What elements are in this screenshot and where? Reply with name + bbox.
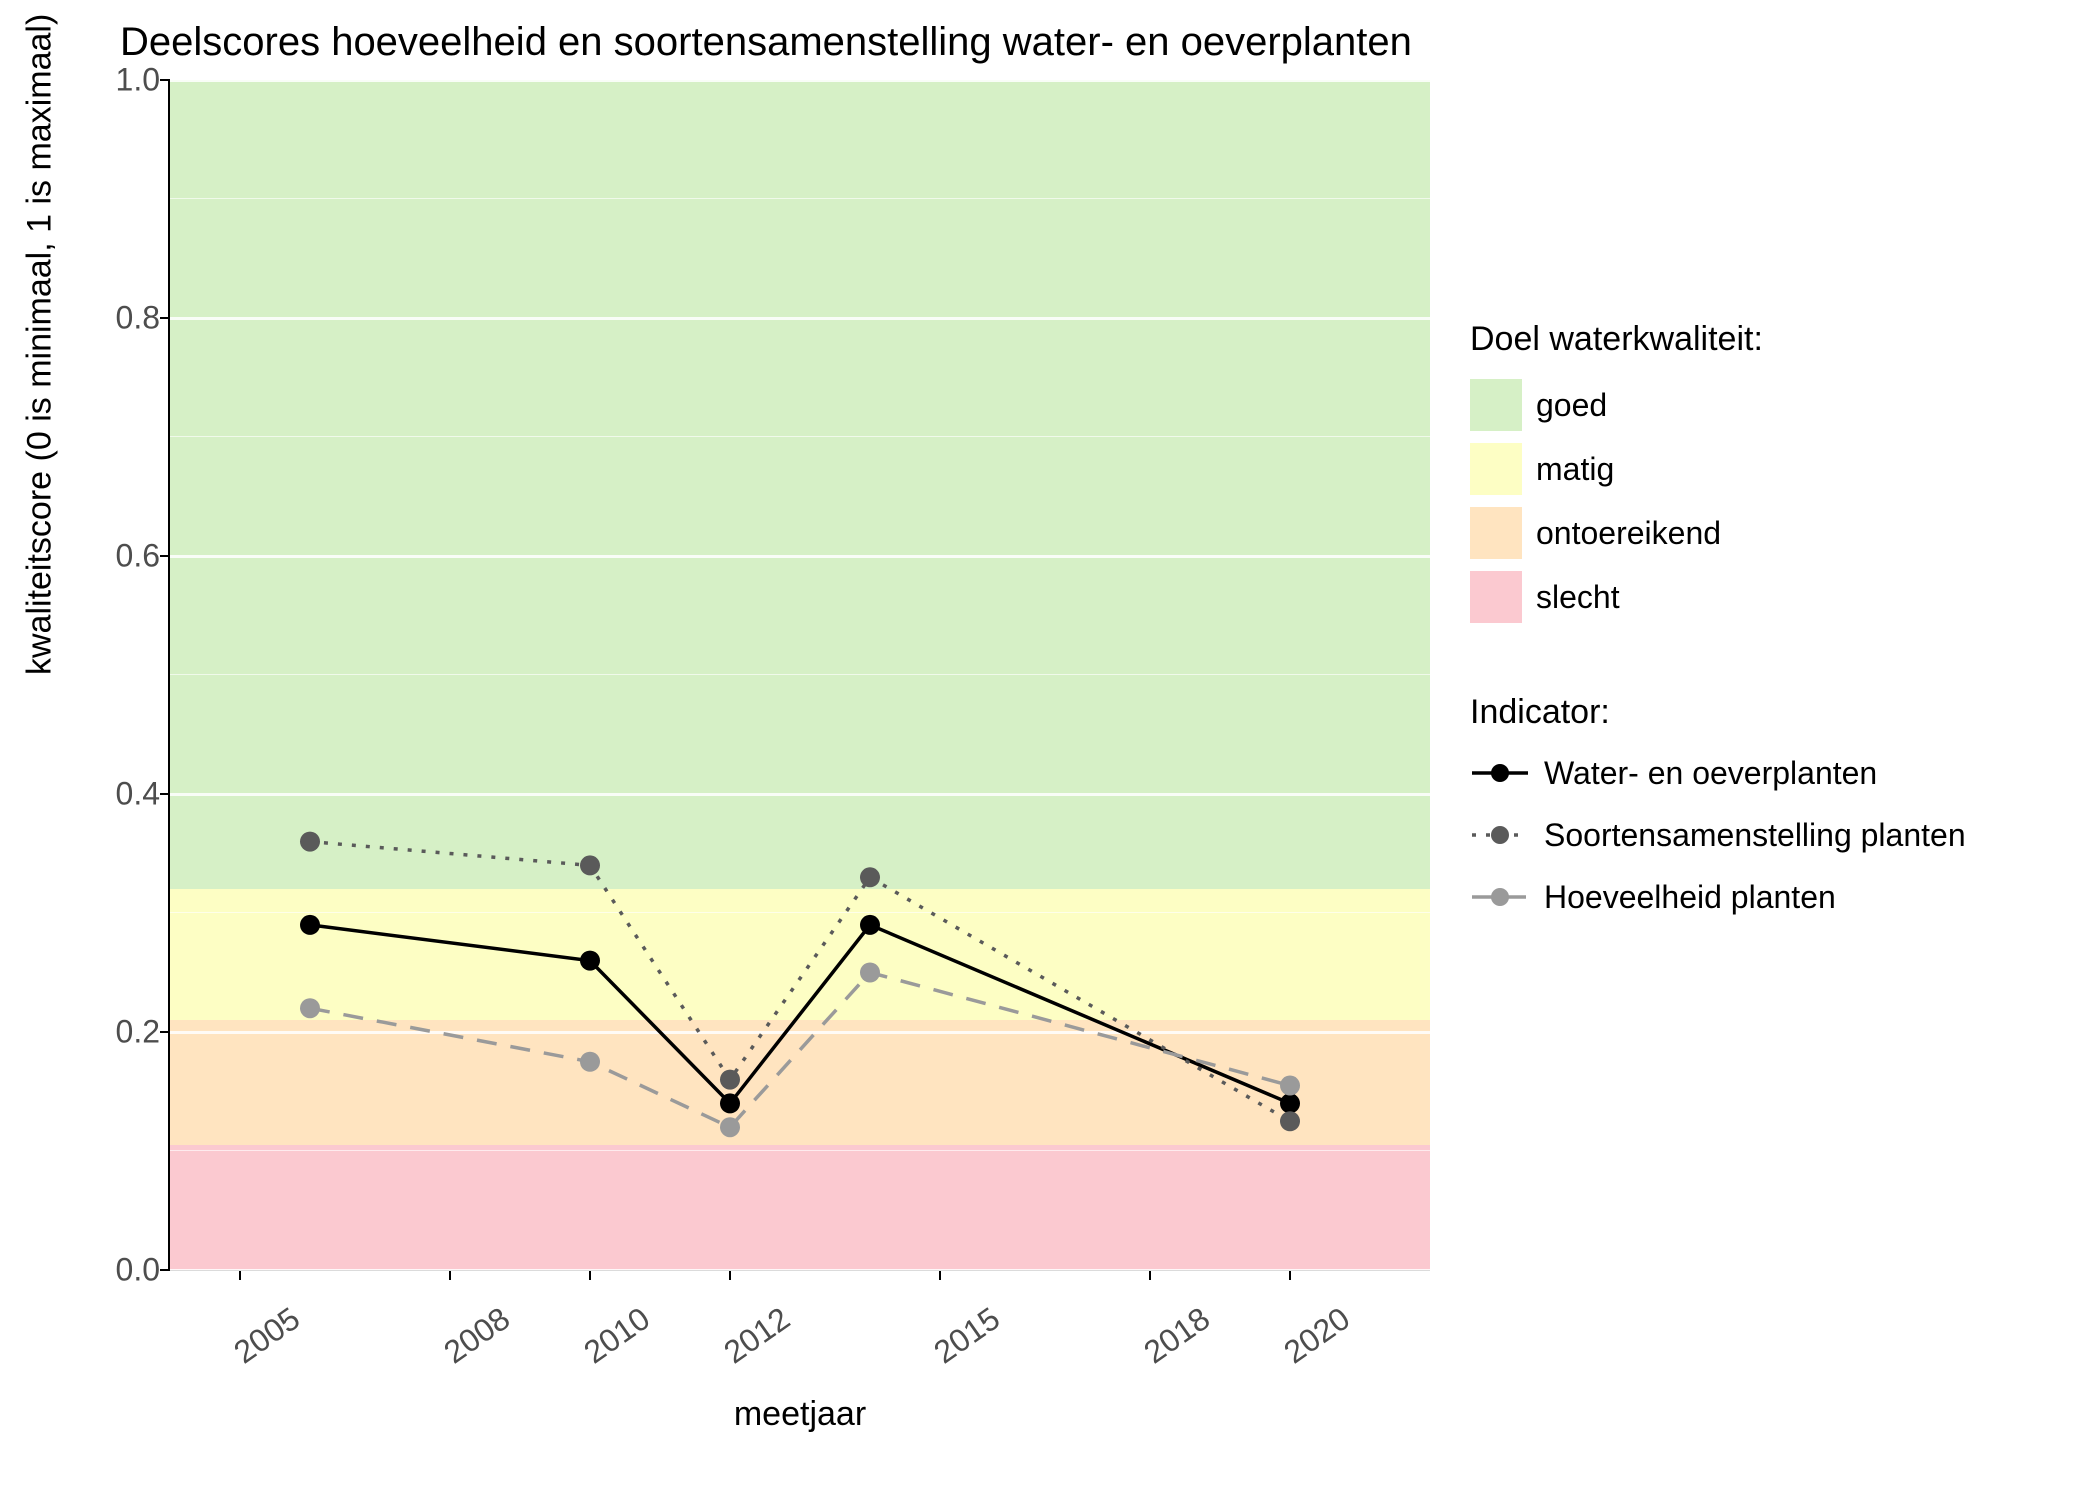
data-point	[860, 963, 880, 983]
x-tick-mark	[939, 1271, 941, 1280]
data-point	[580, 855, 600, 875]
x-tick-mark	[1289, 1271, 1291, 1280]
data-point	[720, 1093, 740, 1113]
legend-series-item: Soortensamenstelling planten	[1470, 814, 2070, 856]
chart-title: Deelscores hoeveelheid en soortensamenst…	[120, 20, 1412, 65]
data-point	[580, 951, 600, 971]
plot-area	[170, 80, 1430, 1270]
data-point	[720, 1117, 740, 1137]
legend-swatch	[1470, 507, 1522, 559]
legend-band-item: ontoereikend	[1470, 507, 2070, 559]
data-point	[860, 867, 880, 887]
y-tick-label: 0.4	[116, 776, 160, 813]
series-line	[310, 925, 1290, 1104]
x-tick-label: 2010	[577, 1300, 657, 1371]
legend-band-label: goed	[1536, 387, 1607, 424]
x-tick-label: 2018	[1137, 1300, 1217, 1371]
legend-band-label: matig	[1536, 451, 1614, 488]
legend-series-icon	[1470, 753, 1530, 793]
x-tick-label: 2005	[227, 1300, 307, 1371]
x-tick-label: 2020	[1277, 1300, 1357, 1371]
y-tick-mark	[160, 79, 170, 81]
data-point	[1280, 1076, 1300, 1096]
data-point	[720, 1070, 740, 1090]
data-point	[300, 832, 320, 852]
y-tick-label: 0.8	[116, 300, 160, 337]
data-point	[1280, 1111, 1300, 1131]
y-tick-mark	[160, 1031, 170, 1033]
y-tick-mark	[160, 1269, 170, 1271]
legend-swatch	[1470, 379, 1522, 431]
legend-band-item: slecht	[1470, 571, 2070, 623]
legend-series-title: Indicator:	[1470, 693, 2070, 732]
legend-series-item: Water- en oeverplanten	[1470, 752, 2070, 794]
y-tick-label: 0.0	[116, 1252, 160, 1289]
y-tick-label: 0.2	[116, 1014, 160, 1051]
x-tick-mark	[239, 1271, 241, 1280]
legend-band-item: matig	[1470, 443, 2070, 495]
legend-series-label: Water- en oeverplanten	[1544, 755, 1877, 792]
legend-band-item: goed	[1470, 379, 2070, 431]
legend-band-label: ontoereikend	[1536, 515, 1721, 552]
data-point	[860, 915, 880, 935]
legend-series-icon	[1470, 815, 1530, 855]
y-tick-mark	[160, 317, 170, 319]
x-tick-label: 2012	[717, 1300, 797, 1371]
legend-swatch	[1470, 443, 1522, 495]
y-tick-mark	[160, 555, 170, 557]
x-tick-mark	[729, 1271, 731, 1280]
legend-band-title: Doel waterkwaliteit:	[1470, 320, 2070, 359]
data-point	[300, 915, 320, 935]
x-tick-label: 2008	[437, 1300, 517, 1371]
legend-series-item: Hoeveelheid planten	[1470, 876, 2070, 918]
legend-series-label: Hoeveelheid planten	[1544, 879, 1836, 916]
legend-series-label: Soortensamenstelling planten	[1544, 817, 1966, 854]
y-axis-title: kwaliteitscore (0 is minimaal, 1 is maxi…	[21, 14, 60, 675]
x-tick-mark	[449, 1271, 451, 1280]
legend-bands: goed matig ontoereikend slecht	[1470, 379, 2070, 623]
y-tick-label: 0.6	[116, 538, 160, 575]
x-tick-mark	[589, 1271, 591, 1280]
legend-series-icon	[1470, 877, 1530, 917]
data-point	[1280, 1093, 1300, 1113]
x-tick-mark	[1149, 1271, 1151, 1280]
data-point	[300, 998, 320, 1018]
legend-series: Water- en oeverplanten Soortensamenstelli…	[1470, 752, 2070, 918]
legend-band-label: slecht	[1536, 579, 1620, 616]
series-line	[310, 842, 1290, 1122]
series-line	[310, 973, 1290, 1128]
x-tick-label: 2015	[927, 1300, 1007, 1371]
legend: Doel waterkwaliteit: goed matig ontoereike…	[1470, 320, 2070, 938]
legend-swatch	[1470, 571, 1522, 623]
y-tick-mark	[160, 793, 170, 795]
y-tick-label: 1.0	[116, 62, 160, 99]
x-axis-title: meetjaar	[734, 1395, 866, 1434]
chart-svg	[170, 80, 1430, 1270]
data-point	[580, 1052, 600, 1072]
